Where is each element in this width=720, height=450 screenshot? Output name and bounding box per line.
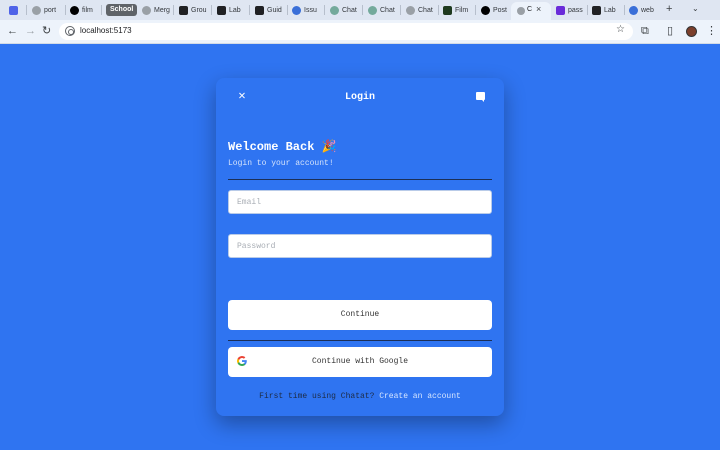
login-subtitle: Login to your account!: [228, 159, 334, 168]
back-icon[interactable]: ←: [7, 24, 18, 38]
check-icon: [556, 5, 565, 15]
signup-prompt-text: First time using Chatat?: [259, 392, 375, 401]
continue-button[interactable]: Continue: [228, 300, 492, 330]
film-icon: [443, 5, 452, 15]
tab-active[interactable]: C ×: [511, 2, 551, 20]
globe-icon: [517, 7, 525, 15]
triangle-icon: [70, 5, 79, 15]
tab-16[interactable]: Lab: [592, 3, 616, 17]
tab-5[interactable]: Grou: [179, 3, 207, 17]
tab-12[interactable]: Film: [443, 3, 468, 17]
new-tab-button[interactable]: +: [666, 3, 672, 15]
email-input[interactable]: [228, 190, 492, 214]
c-icon: [179, 5, 188, 15]
globe-icon: [406, 5, 415, 15]
welcome-heading: Welcome Back 🎉: [228, 140, 337, 154]
browser-tab-strip: port film School Merg Grou Lab Guid Issu…: [0, 0, 720, 20]
google-button-label: Continue with Google: [311, 357, 408, 366]
github-icon: [629, 5, 638, 15]
chat-bubble-icon[interactable]: [476, 92, 485, 102]
url-text: localhost:5173: [80, 26, 132, 35]
profile-avatar[interactable]: [686, 26, 697, 37]
login-card: ✕ Login Welcome Back 🎉 Login to your acc…: [216, 78, 504, 416]
tab-9[interactable]: Chat: [330, 3, 357, 17]
bookmark-star-icon[interactable]: ☆: [616, 24, 625, 35]
divider: [228, 340, 492, 341]
openai-icon: [330, 5, 339, 15]
tab-17[interactable]: web: [629, 3, 654, 17]
c-icon: [592, 5, 601, 15]
tab-11[interactable]: Chat: [406, 3, 433, 17]
reload-icon[interactable]: ↻: [42, 24, 51, 38]
side-panel-icon[interactable]: ▯: [667, 24, 673, 38]
tab-8[interactable]: Issu: [292, 3, 317, 17]
google-icon: [236, 356, 247, 366]
app-icon: [9, 5, 18, 15]
password-input[interactable]: [228, 234, 492, 258]
site-info-icon[interactable]: [65, 26, 75, 36]
address-bar[interactable]: localhost:5173 ☆: [59, 23, 633, 40]
openai-icon: [368, 5, 377, 15]
tab-1[interactable]: port: [32, 3, 56, 17]
tab-0[interactable]: [9, 3, 18, 17]
tab-search-button[interactable]: ⌄: [692, 4, 699, 13]
close-tab-icon[interactable]: ×: [536, 4, 541, 14]
tab-15[interactable]: pass: [556, 3, 583, 17]
c-icon: [217, 5, 226, 15]
globe-icon: [32, 5, 41, 15]
tab-4[interactable]: Merg: [142, 3, 170, 17]
tab-6[interactable]: Lab: [217, 3, 241, 17]
browser-toolbar: ← → ↻ localhost:5173 ☆ ⧉ ▯ ⋮: [0, 20, 720, 44]
login-title: Login: [344, 92, 375, 103]
forward-icon[interactable]: →: [25, 24, 36, 38]
divider: [228, 179, 492, 180]
extensions-icon[interactable]: ⧉: [641, 24, 649, 38]
signup-prompt: First time using Chatat? Create an accou…: [216, 392, 504, 401]
postman-icon: [481, 5, 490, 15]
tab-13[interactable]: Post: [481, 3, 507, 17]
google-login-button[interactable]: Continue with Google: [228, 347, 492, 377]
tab-10[interactable]: Chat: [368, 3, 395, 17]
tab-group-school[interactable]: School: [106, 4, 138, 16]
tab-7[interactable]: Guid: [255, 3, 282, 17]
globe-icon: [142, 5, 151, 15]
menu-icon[interactable]: ⋮: [706, 24, 717, 38]
create-account-link[interactable]: Create an account: [379, 392, 461, 401]
tab-2[interactable]: film: [70, 3, 93, 17]
c-icon: [255, 5, 264, 15]
github-icon: [292, 5, 301, 15]
